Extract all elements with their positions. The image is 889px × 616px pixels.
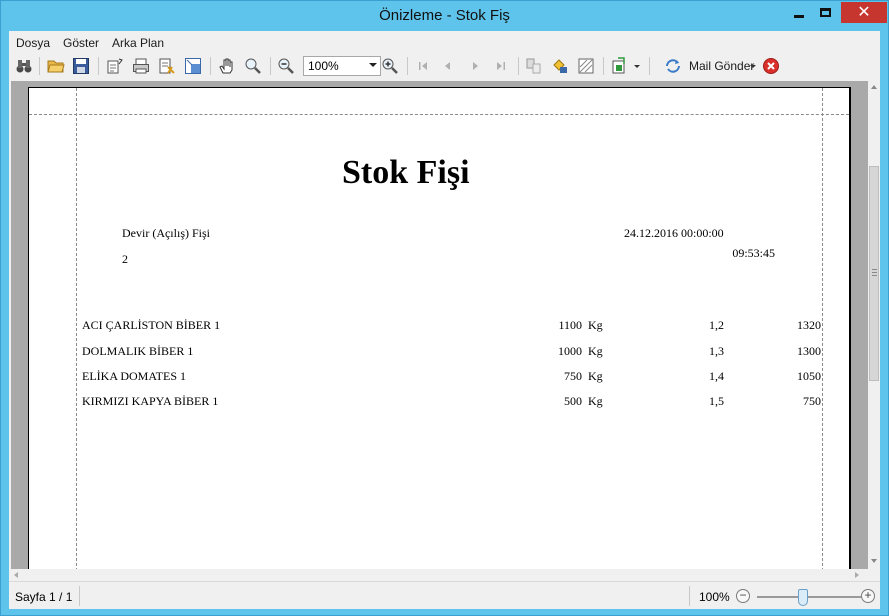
window-title: Önizleme - Stok Fiş — [379, 7, 510, 24]
menu-dosya[interactable]: Dosya — [16, 36, 50, 50]
scroll-up-icon[interactable] — [871, 85, 877, 89]
toolbar-separator — [649, 57, 650, 75]
toolbar-separator — [210, 57, 211, 75]
zoom-out-button[interactable]: − — [736, 589, 750, 603]
item-unit: Kg — [588, 369, 603, 383]
margin-guide-left — [76, 88, 77, 571]
mail-send-button[interactable]: Mail Gönder — [689, 59, 754, 73]
hand-icon[interactable] — [218, 57, 236, 75]
scroll-down-icon[interactable] — [871, 559, 877, 563]
print-options-icon[interactable] — [158, 57, 176, 75]
title-bar[interactable]: Önizleme - Stok Fiş ✕ — [1, 1, 888, 31]
item-total: 1320 — [797, 318, 821, 332]
close-button[interactable]: ✕ — [841, 2, 887, 23]
doc-type: Devir (Açılış) Fişi — [122, 226, 210, 240]
page-indicator: Sayfa 1 / 1 — [15, 590, 73, 604]
toolbar-separator — [270, 57, 271, 75]
menu-arka-plan[interactable]: Arka Plan — [112, 36, 164, 50]
vertical-scrollbar[interactable] — [868, 81, 880, 569]
report-title: Stok Fişi — [342, 154, 470, 191]
horizontal-scrollbar[interactable] — [9, 569, 868, 581]
item-price: 1,2 — [709, 318, 724, 332]
item-name: ACI ÇARLİSTON BİBER 1 — [82, 318, 221, 332]
maximize-icon — [820, 8, 831, 17]
maximize-button[interactable] — [812, 2, 839, 23]
item-unit: Kg — [588, 344, 603, 358]
item-name: KIRMIZI KAPYA BİBER 1 — [82, 394, 219, 408]
margin-guide-right — [822, 88, 823, 571]
item-qty: 1100 — [558, 318, 582, 332]
chevron-down-icon[interactable] — [750, 65, 756, 68]
page-setup-icon[interactable] — [106, 57, 124, 75]
doc-time: 09:53:45 — [732, 246, 775, 260]
item-total: 750 — [803, 394, 821, 408]
toolbar-separator — [39, 57, 40, 75]
mail-icon[interactable] — [664, 57, 682, 75]
zoom-in-button[interactable]: + — [861, 589, 875, 603]
zoom-slider-thumb[interactable] — [798, 589, 808, 606]
toolbar-separator — [98, 57, 99, 75]
last-page-icon[interactable] — [492, 57, 510, 75]
item-name: DOLMALIK BİBER 1 — [82, 344, 194, 358]
toolbar-separator — [407, 57, 408, 75]
close-preview-icon[interactable] — [762, 57, 780, 75]
item-qty: 1000 — [558, 344, 582, 358]
item-name: ELİKA DOMATES 1 — [82, 369, 186, 383]
save-icon[interactable] — [72, 57, 90, 75]
print-icon[interactable] — [132, 57, 150, 75]
prev-page-icon[interactable] — [439, 57, 457, 75]
toolbar-separator — [518, 57, 519, 75]
scroll-right-icon[interactable] — [855, 572, 859, 578]
doc-number: 2 — [122, 252, 128, 266]
item-price: 1,4 — [709, 369, 724, 383]
binoculars-icon[interactable] — [15, 57, 33, 75]
zoom-in-icon[interactable] — [381, 57, 399, 75]
export-icon[interactable] — [610, 57, 628, 75]
scroll-left-icon[interactable] — [14, 572, 18, 578]
preview-area[interactable]: Stok Fişi Devir (Açılış) Fişi 2 24.12.20… — [11, 81, 868, 572]
item-unit: Kg — [588, 394, 603, 408]
item-price: 1,5 — [709, 394, 724, 408]
item-unit: Kg — [588, 318, 603, 332]
next-page-icon[interactable] — [466, 57, 484, 75]
zoom-percent: 100% — [699, 590, 730, 604]
zoom-slider-track[interactable] — [757, 596, 861, 598]
preview-window: Önizleme - Stok Fiş ✕ Dosya Göster Arka … — [0, 0, 889, 616]
client-area: Dosya Göster Arka Plan 100% Mail Gönder … — [9, 31, 880, 609]
zoom-select-value: 100% — [308, 59, 339, 73]
open-folder-icon[interactable] — [47, 57, 65, 75]
close-icon: ✕ — [857, 3, 871, 21]
menu-goster[interactable]: Göster — [63, 36, 99, 50]
item-total: 1050 — [797, 369, 821, 383]
margin-guide-top — [29, 114, 849, 115]
multipage-icon[interactable] — [525, 57, 543, 75]
magnifier-icon[interactable] — [244, 57, 262, 75]
zoom-select[interactable]: 100% — [303, 56, 381, 76]
item-total: 1300 — [797, 344, 821, 358]
item-qty: 750 — [564, 369, 582, 383]
item-qty: 500 — [564, 394, 582, 408]
status-bar: Sayfa 1 / 1 100% − + — [9, 581, 880, 609]
scroll-thumb[interactable] — [869, 166, 879, 381]
export-dropdown-caret[interactable] — [634, 65, 640, 68]
minimize-button[interactable] — [785, 2, 812, 23]
item-price: 1,3 — [709, 344, 724, 358]
doc-date: 24.12.2016 00:00:00 — [624, 226, 724, 240]
minimize-icon — [793, 15, 804, 18]
toolbar: 100% Mail Gönder — [9, 53, 880, 79]
scale-icon[interactable] — [184, 57, 202, 75]
menu-bar: Dosya Göster Arka Plan — [9, 31, 880, 53]
watermark-icon[interactable] — [577, 57, 595, 75]
first-page-icon[interactable] — [414, 57, 432, 75]
color-icon[interactable] — [551, 57, 569, 75]
zoom-out-icon[interactable] — [277, 57, 295, 75]
report-page: Stok Fişi Devir (Açılış) Fişi 2 24.12.20… — [28, 87, 851, 572]
chevron-down-icon — [369, 63, 377, 67]
toolbar-separator — [603, 57, 604, 75]
